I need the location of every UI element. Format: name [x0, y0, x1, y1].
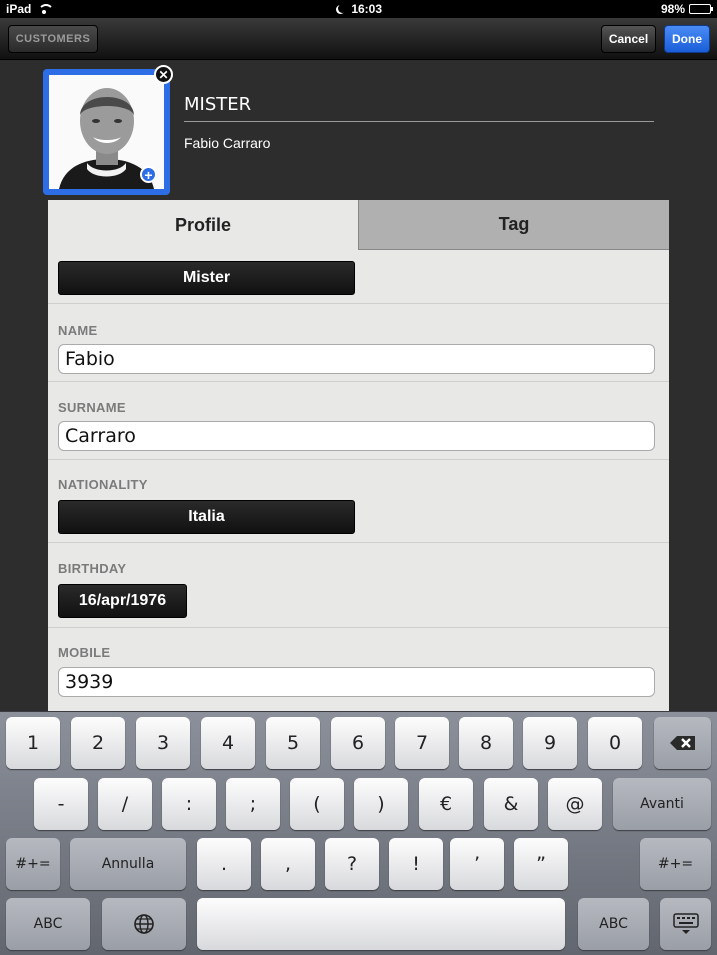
- title-select-button[interactable]: Mister: [58, 261, 355, 295]
- key-colon[interactable]: :: [162, 778, 216, 830]
- customer-form-card: Profile Tag Mister NAME Fabio SURNAME Ca…: [48, 200, 669, 715]
- key-5[interactable]: 5: [266, 717, 320, 769]
- done-button[interactable]: Done: [664, 25, 710, 53]
- customer-title-heading: MISTER: [184, 94, 252, 115]
- globe-key[interactable]: [102, 898, 186, 950]
- header-divider: [184, 121, 654, 122]
- mobile-label: MOBILE: [58, 645, 111, 660]
- section-divider: [48, 381, 669, 382]
- key-question[interactable]: ?: [325, 838, 379, 890]
- key-close-paren[interactable]: ): [354, 778, 408, 830]
- abc-key-left[interactable]: ABC: [6, 898, 90, 950]
- section-divider: [48, 542, 669, 543]
- key-4[interactable]: 4: [201, 717, 255, 769]
- remove-photo-icon[interactable]: ✕: [154, 65, 173, 84]
- birthday-label: BIRTHDAY: [58, 561, 127, 576]
- surname-label: SURNAME: [58, 400, 126, 415]
- status-time: 16:03: [351, 2, 383, 16]
- key-hyphen[interactable]: -: [34, 778, 88, 830]
- key-3[interactable]: 3: [136, 717, 190, 769]
- customers-back-button[interactable]: CUSTOMERS: [8, 25, 98, 53]
- backspace-key[interactable]: [654, 717, 711, 769]
- battery-icon: [689, 4, 713, 14]
- backspace-icon: [669, 736, 695, 750]
- keyboard-dismiss-icon: [672, 913, 699, 934]
- mobile-input[interactable]: 3939: [58, 667, 655, 697]
- key-apostrophe[interactable]: ’: [450, 838, 504, 890]
- key-2[interactable]: 2: [71, 717, 125, 769]
- key-semicolon[interactable]: ;: [226, 778, 280, 830]
- on-screen-keyboard: 1 2 3 4 5 6 7 8 9 0 - / : ; ( ) € & @ Av…: [0, 711, 717, 955]
- next-key[interactable]: Avanti: [613, 778, 711, 830]
- key-ampersand[interactable]: &: [484, 778, 538, 830]
- space-key[interactable]: [197, 898, 565, 950]
- key-period[interactable]: .: [197, 838, 251, 890]
- more-symbols-key[interactable]: #+=: [6, 838, 60, 890]
- key-euro[interactable]: €: [419, 778, 473, 830]
- key-exclamation[interactable]: !: [389, 838, 443, 890]
- key-0[interactable]: 0: [588, 717, 642, 769]
- tab-profile[interactable]: Profile: [48, 200, 358, 250]
- section-divider: [48, 627, 669, 628]
- surname-input[interactable]: Carraro: [58, 421, 655, 451]
- name-input[interactable]: Fabio: [58, 344, 655, 374]
- cancel-button[interactable]: Cancel: [601, 25, 656, 53]
- add-photo-icon[interactable]: +: [140, 166, 157, 183]
- key-8[interactable]: 8: [459, 717, 513, 769]
- key-1[interactable]: 1: [6, 717, 60, 769]
- name-label: NAME: [58, 323, 98, 338]
- abc-key-right[interactable]: ABC: [578, 898, 649, 950]
- status-bar: iPad 16:03 98%: [0, 0, 717, 18]
- birthday-picker-button[interactable]: 16/apr/1976: [58, 584, 187, 618]
- key-6[interactable]: 6: [331, 717, 385, 769]
- key-at[interactable]: @: [548, 778, 602, 830]
- key-slash[interactable]: /: [98, 778, 152, 830]
- key-quote[interactable]: ”: [514, 838, 568, 890]
- navigation-bar: CUSTOMERS Cancel Done: [0, 18, 717, 60]
- key-7[interactable]: 7: [395, 717, 449, 769]
- globe-icon: [134, 914, 154, 934]
- section-divider: [48, 303, 669, 304]
- nationality-select-button[interactable]: Italia: [58, 500, 355, 534]
- more-symbols-key-right[interactable]: #+=: [640, 838, 711, 890]
- key-open-paren[interactable]: (: [290, 778, 344, 830]
- moon-icon: [338, 4, 347, 13]
- key-9[interactable]: 9: [523, 717, 577, 769]
- section-divider: [48, 459, 669, 460]
- undo-key[interactable]: Annulla: [70, 838, 186, 890]
- key-comma[interactable]: ,: [261, 838, 315, 890]
- tab-tag[interactable]: Tag: [358, 200, 669, 250]
- nationality-label: NATIONALITY: [58, 477, 148, 492]
- dismiss-keyboard-key[interactable]: [660, 898, 711, 950]
- customer-full-name: Fabio Carraro: [184, 135, 271, 151]
- battery-percent: 98%: [660, 2, 685, 16]
